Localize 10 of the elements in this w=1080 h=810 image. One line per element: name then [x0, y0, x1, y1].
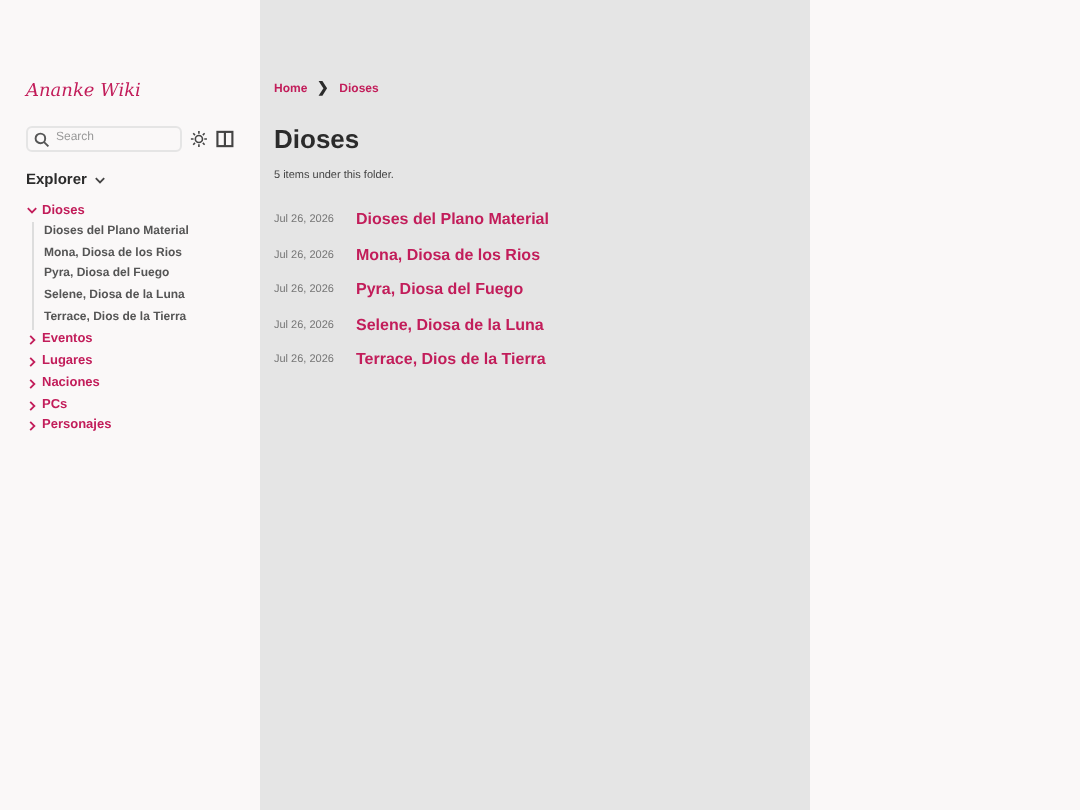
- page-link[interactable]: Mona, Diosa de los Rios: [356, 243, 541, 268]
- page-link[interactable]: Selene, Diosa de la Luna: [356, 313, 544, 338]
- page-title: Dioses: [274, 122, 362, 158]
- site-title[interactable]: Ananke Wiki: [26, 80, 234, 108]
- page-link[interactable]: Pyra, Diosa del Fuego: [356, 278, 524, 303]
- page-link[interactable]: Dioses del Plano Material: [356, 208, 549, 233]
- page-link[interactable]: Terrace, Dios de la Tierra: [356, 348, 546, 373]
- book-icon[interactable]: [216, 130, 235, 148]
- sun-icon[interactable]: [190, 130, 209, 148]
- search-icon: [34, 131, 50, 147]
